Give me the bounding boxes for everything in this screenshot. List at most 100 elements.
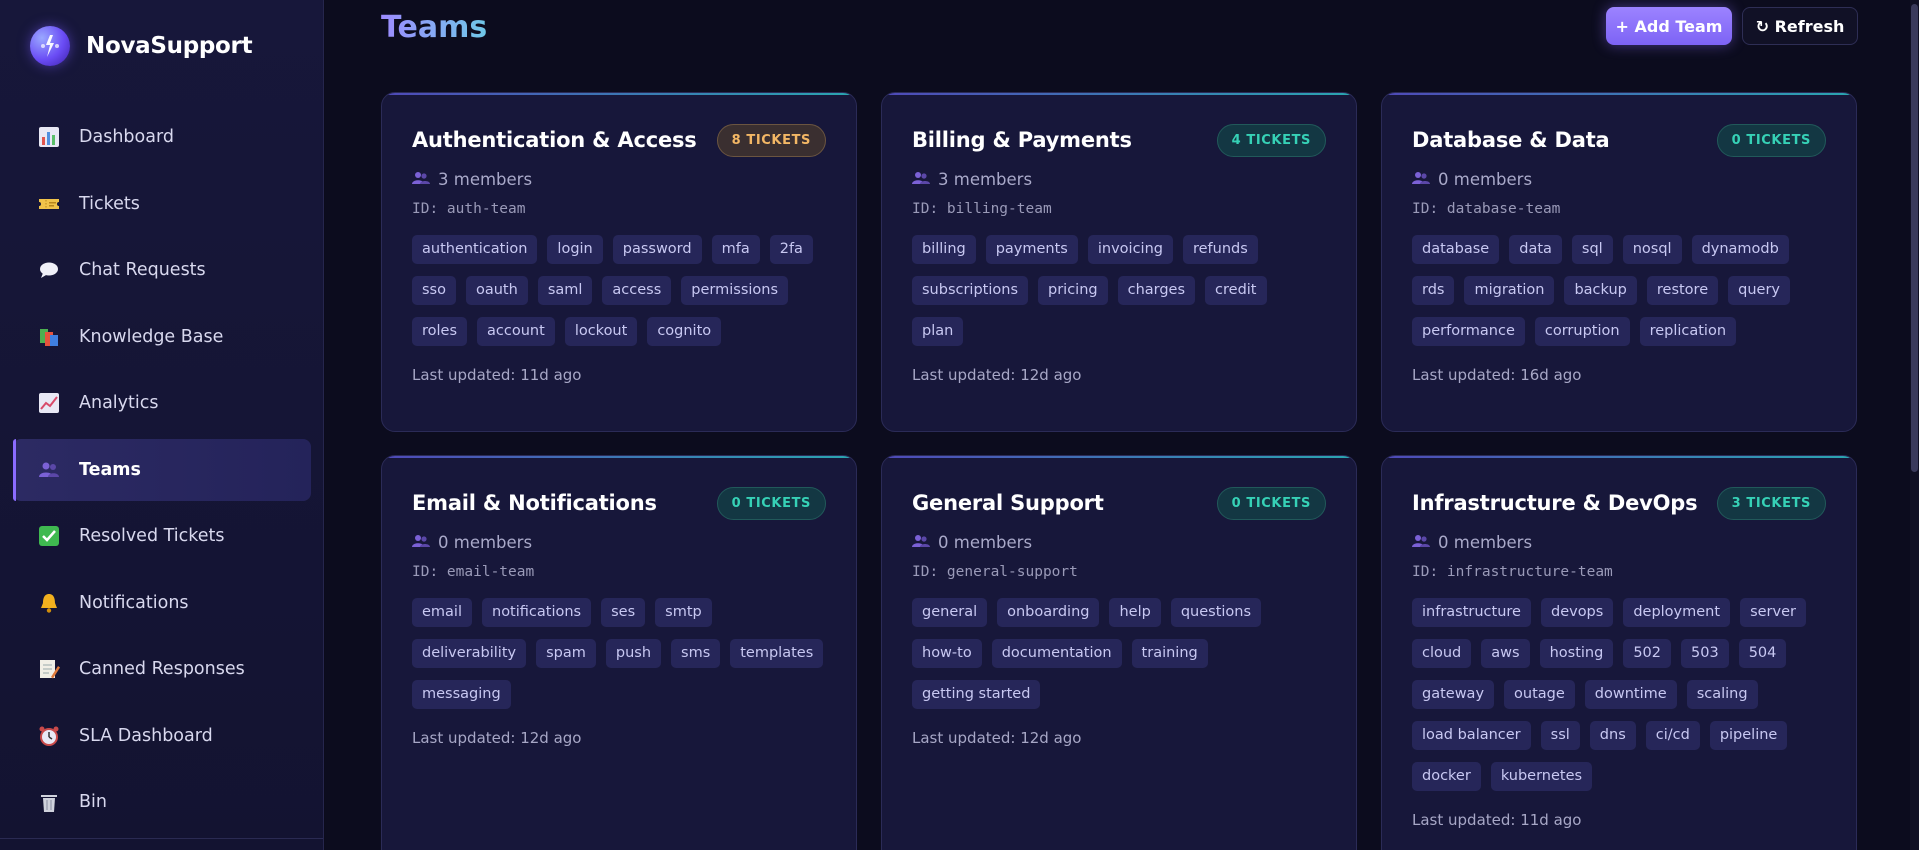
- team-name: General Support: [912, 491, 1104, 515]
- sidebar-item-chat-requests[interactable]: Chat Requests: [13, 239, 311, 301]
- sidebar-item-tickets[interactable]: Tickets: [13, 173, 311, 235]
- team-card-billing[interactable]: Billing & Payments 4 TICKETS 3 members I…: [881, 92, 1357, 432]
- team-id: ID: auth-team: [412, 201, 526, 217]
- refresh-button[interactable]: ↻ Refresh: [1742, 7, 1858, 45]
- team-card-general[interactable]: General Support 0 TICKETS 0 members ID: …: [881, 455, 1357, 850]
- team-id: ID: billing-team: [912, 201, 1052, 217]
- last-updated: Last updated: 12d ago: [912, 729, 1082, 747]
- sidebar-item-analytics[interactable]: Analytics: [13, 372, 311, 434]
- sidebar: NovaSupport Dashboard Tickets Chat Reque…: [0, 0, 324, 850]
- sidebar-item-bin[interactable]: Bin: [13, 771, 311, 833]
- tag-chip: pricing: [1038, 276, 1108, 305]
- sidebar-item-notifications[interactable]: Notifications: [13, 572, 311, 634]
- sidebar-item-canned-responses[interactable]: Canned Responses: [13, 638, 311, 700]
- sidebar-item-knowledge-base[interactable]: Knowledge Base: [13, 306, 311, 368]
- last-updated: Last updated: 16d ago: [1412, 366, 1582, 384]
- people-icon: [1412, 170, 1430, 189]
- checkmark-icon: [37, 524, 61, 548]
- tickets-badge: 0 TICKETS: [1216, 486, 1326, 520]
- tag-chip: training: [1131, 639, 1208, 668]
- members-label: 0 members: [938, 532, 1033, 552]
- tag-chip: documentation: [991, 639, 1122, 668]
- tag-chip: charges: [1117, 276, 1196, 305]
- tag-chip: billing: [912, 235, 976, 264]
- people-icon: [37, 458, 61, 482]
- add-team-button[interactable]: + Add Team: [1606, 7, 1732, 45]
- tag-chip: rds: [1412, 276, 1455, 305]
- tag-chip: how-to: [912, 639, 982, 668]
- tag-chip: corruption: [1534, 317, 1630, 346]
- people-icon: [912, 170, 930, 189]
- tag-chip: hosting: [1539, 639, 1614, 668]
- chat-bubble-icon: [37, 258, 61, 282]
- team-name: Billing & Payments: [912, 128, 1132, 152]
- members-count: 0 members: [412, 530, 826, 554]
- team-name: Infrastructure & DevOps: [1412, 491, 1698, 515]
- sidebar-item-label: Dashboard: [79, 127, 174, 147]
- tickets-badge: 8 TICKETS: [716, 123, 826, 157]
- sidebar-item-sla-dashboard[interactable]: SLA Dashboard: [13, 705, 311, 767]
- members-count: 3 members: [912, 167, 1326, 191]
- tag-chip: oauth: [465, 276, 528, 305]
- tag-chip: pipeline: [1709, 721, 1788, 750]
- team-name: Authentication & Access: [412, 128, 697, 152]
- tickets-badge: 0 TICKETS: [716, 486, 826, 520]
- team-name: Database & Data: [1412, 128, 1610, 152]
- sidebar-item-dashboard[interactable]: Dashboard: [13, 106, 311, 168]
- sidebar-item-label: Resolved Tickets: [79, 526, 225, 546]
- sidebar-item-label: Analytics: [79, 393, 159, 413]
- tag-chip: authentication: [412, 235, 538, 264]
- tag-chip: deployment: [1623, 598, 1731, 627]
- tag-chip: 504: [1738, 639, 1787, 668]
- tag-chip: ses: [601, 598, 646, 627]
- members-label: 3 members: [938, 169, 1033, 189]
- team-card-email[interactable]: Email & Notifications 0 TICKETS 0 member…: [381, 455, 857, 850]
- tag-chip: cognito: [647, 317, 722, 346]
- tag-chip: payments: [985, 235, 1078, 264]
- books-icon: [37, 325, 61, 349]
- tag-chip: replication: [1639, 317, 1737, 346]
- tag-chip: login: [547, 235, 603, 264]
- tag-chip: plan: [912, 317, 964, 346]
- members-count: 0 members: [912, 530, 1326, 554]
- tag-chip: dynamodb: [1691, 235, 1789, 264]
- sidebar-item-label: Chat Requests: [79, 260, 206, 280]
- tag-chip: cloud: [1412, 639, 1472, 668]
- members-count: 0 members: [1412, 167, 1826, 191]
- bell-icon: [37, 591, 61, 615]
- page-title: Teams: [381, 10, 488, 45]
- team-card-auth[interactable]: Authentication & Access 8 TICKETS 3 memb…: [381, 92, 857, 432]
- sidebar-item-label: Notifications: [79, 592, 189, 613]
- tag-chip: subscriptions: [912, 276, 1028, 305]
- tag-list: infrastructure devops deployment server clou…: [1412, 598, 1826, 791]
- members-label: 0 members: [438, 532, 533, 552]
- tag-chip: scaling: [1686, 680, 1758, 709]
- team-card-infrastructure[interactable]: Infrastructure & DevOps 3 TICKETS 0 memb…: [1381, 455, 1857, 850]
- last-updated: Last updated: 11d ago: [1412, 811, 1582, 829]
- sidebar-item-resolved-tickets[interactable]: Resolved Tickets: [13, 505, 311, 567]
- tag-chip: access: [602, 276, 672, 305]
- last-updated: Last updated: 11d ago: [412, 366, 582, 384]
- team-card-database[interactable]: Database & Data 0 TICKETS 0 members ID: …: [1381, 92, 1857, 432]
- tag-chip: refunds: [1182, 235, 1258, 264]
- brand[interactable]: NovaSupport: [30, 26, 253, 66]
- tag-chip: sql: [1571, 235, 1613, 264]
- tag-chip: infrastructure: [1412, 598, 1531, 627]
- tag-list: general onboarding help questions how-to docu…: [912, 598, 1326, 709]
- scrollbar[interactable]: [1910, 0, 1919, 850]
- tag-chip: nosql: [1622, 235, 1682, 264]
- tickets-badge: 3 TICKETS: [1716, 486, 1826, 520]
- tag-chip: restore: [1646, 276, 1719, 305]
- tag-chip: migration: [1464, 276, 1555, 305]
- tag-chip: credit: [1205, 276, 1267, 305]
- tag-chip: saml: [537, 276, 593, 305]
- tag-chip: 2fa: [769, 235, 813, 264]
- sidebar-item-teams[interactable]: Teams: [13, 438, 311, 501]
- tag-chip: ssl: [1540, 721, 1580, 750]
- scrollbar-thumb[interactable]: [1911, 4, 1918, 472]
- tag-chip: push: [605, 639, 662, 668]
- tag-chip: backup: [1564, 276, 1637, 305]
- sidebar-item-label: Bin: [79, 792, 107, 812]
- tag-chip: docker: [1412, 762, 1481, 791]
- tag-chip: 502: [1623, 639, 1672, 668]
